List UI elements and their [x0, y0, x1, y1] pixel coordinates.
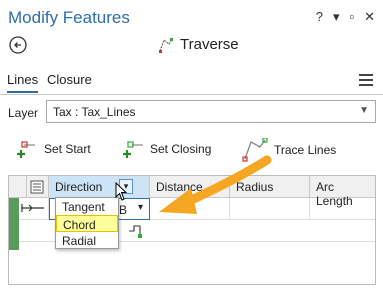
col-direction-label: Direction [55, 180, 103, 194]
chevron-down-icon: ▼ [359, 105, 369, 116]
pin-icon[interactable]: ▾ [333, 9, 340, 25]
traverse-icon [158, 37, 174, 53]
set-start-icon [16, 138, 38, 160]
option-tangent[interactable]: Tangent [56, 198, 118, 215]
help-icon[interactable]: ? [316, 9, 323, 25]
grid-options-icon[interactable] [27, 176, 49, 198]
arc-length-cell[interactable] [310, 198, 375, 220]
tab-divider [0, 94, 383, 95]
set-start-button[interactable]: Set Start [16, 138, 91, 160]
chevron-down-icon[interactable]: ▾ [138, 202, 143, 213]
mouse-cursor-icon [115, 182, 129, 202]
tool-name: Traverse [180, 36, 239, 53]
layer-label: Layer [8, 106, 39, 120]
col-header-direction[interactable]: Direction ▾ [49, 176, 150, 198]
pane-title: Modify Features [8, 8, 130, 27]
close-icon[interactable]: ✕ [364, 9, 375, 25]
back-icon[interactable] [9, 36, 27, 54]
row-selection-gutter [9, 198, 19, 250]
col-header-arc-length[interactable]: Arc Length [310, 176, 375, 208]
segment-icon [122, 220, 150, 242]
set-start-label: Set Start [44, 142, 91, 156]
title-bar: Modify Features ? ▾ ▫ ✕ [0, 0, 383, 32]
set-closing-icon [122, 138, 144, 160]
layer-value: Tax : Tax_Lines [53, 105, 136, 119]
line-type-icon [19, 198, 49, 220]
row-header-cell [9, 176, 27, 198]
direction-type-dropdown: Tangent Chord Radial [55, 197, 119, 249]
option-chord[interactable]: Chord [56, 215, 118, 232]
layer-select[interactable]: Tax : Tax_Lines ▼ [46, 100, 376, 123]
option-radial[interactable]: Radial [56, 232, 118, 249]
direction-cell-value: B [118, 203, 127, 217]
tab-lines[interactable]: Lines [7, 72, 39, 93]
menu-icon[interactable] [359, 74, 373, 89]
annotation-arrow-icon [145, 150, 275, 220]
tab-closure[interactable]: Closure [47, 72, 92, 87]
tool-header: Traverse [158, 36, 239, 53]
dock-icon[interactable]: ▫ [349, 9, 354, 25]
trace-lines-label: Trace Lines [274, 143, 337, 157]
